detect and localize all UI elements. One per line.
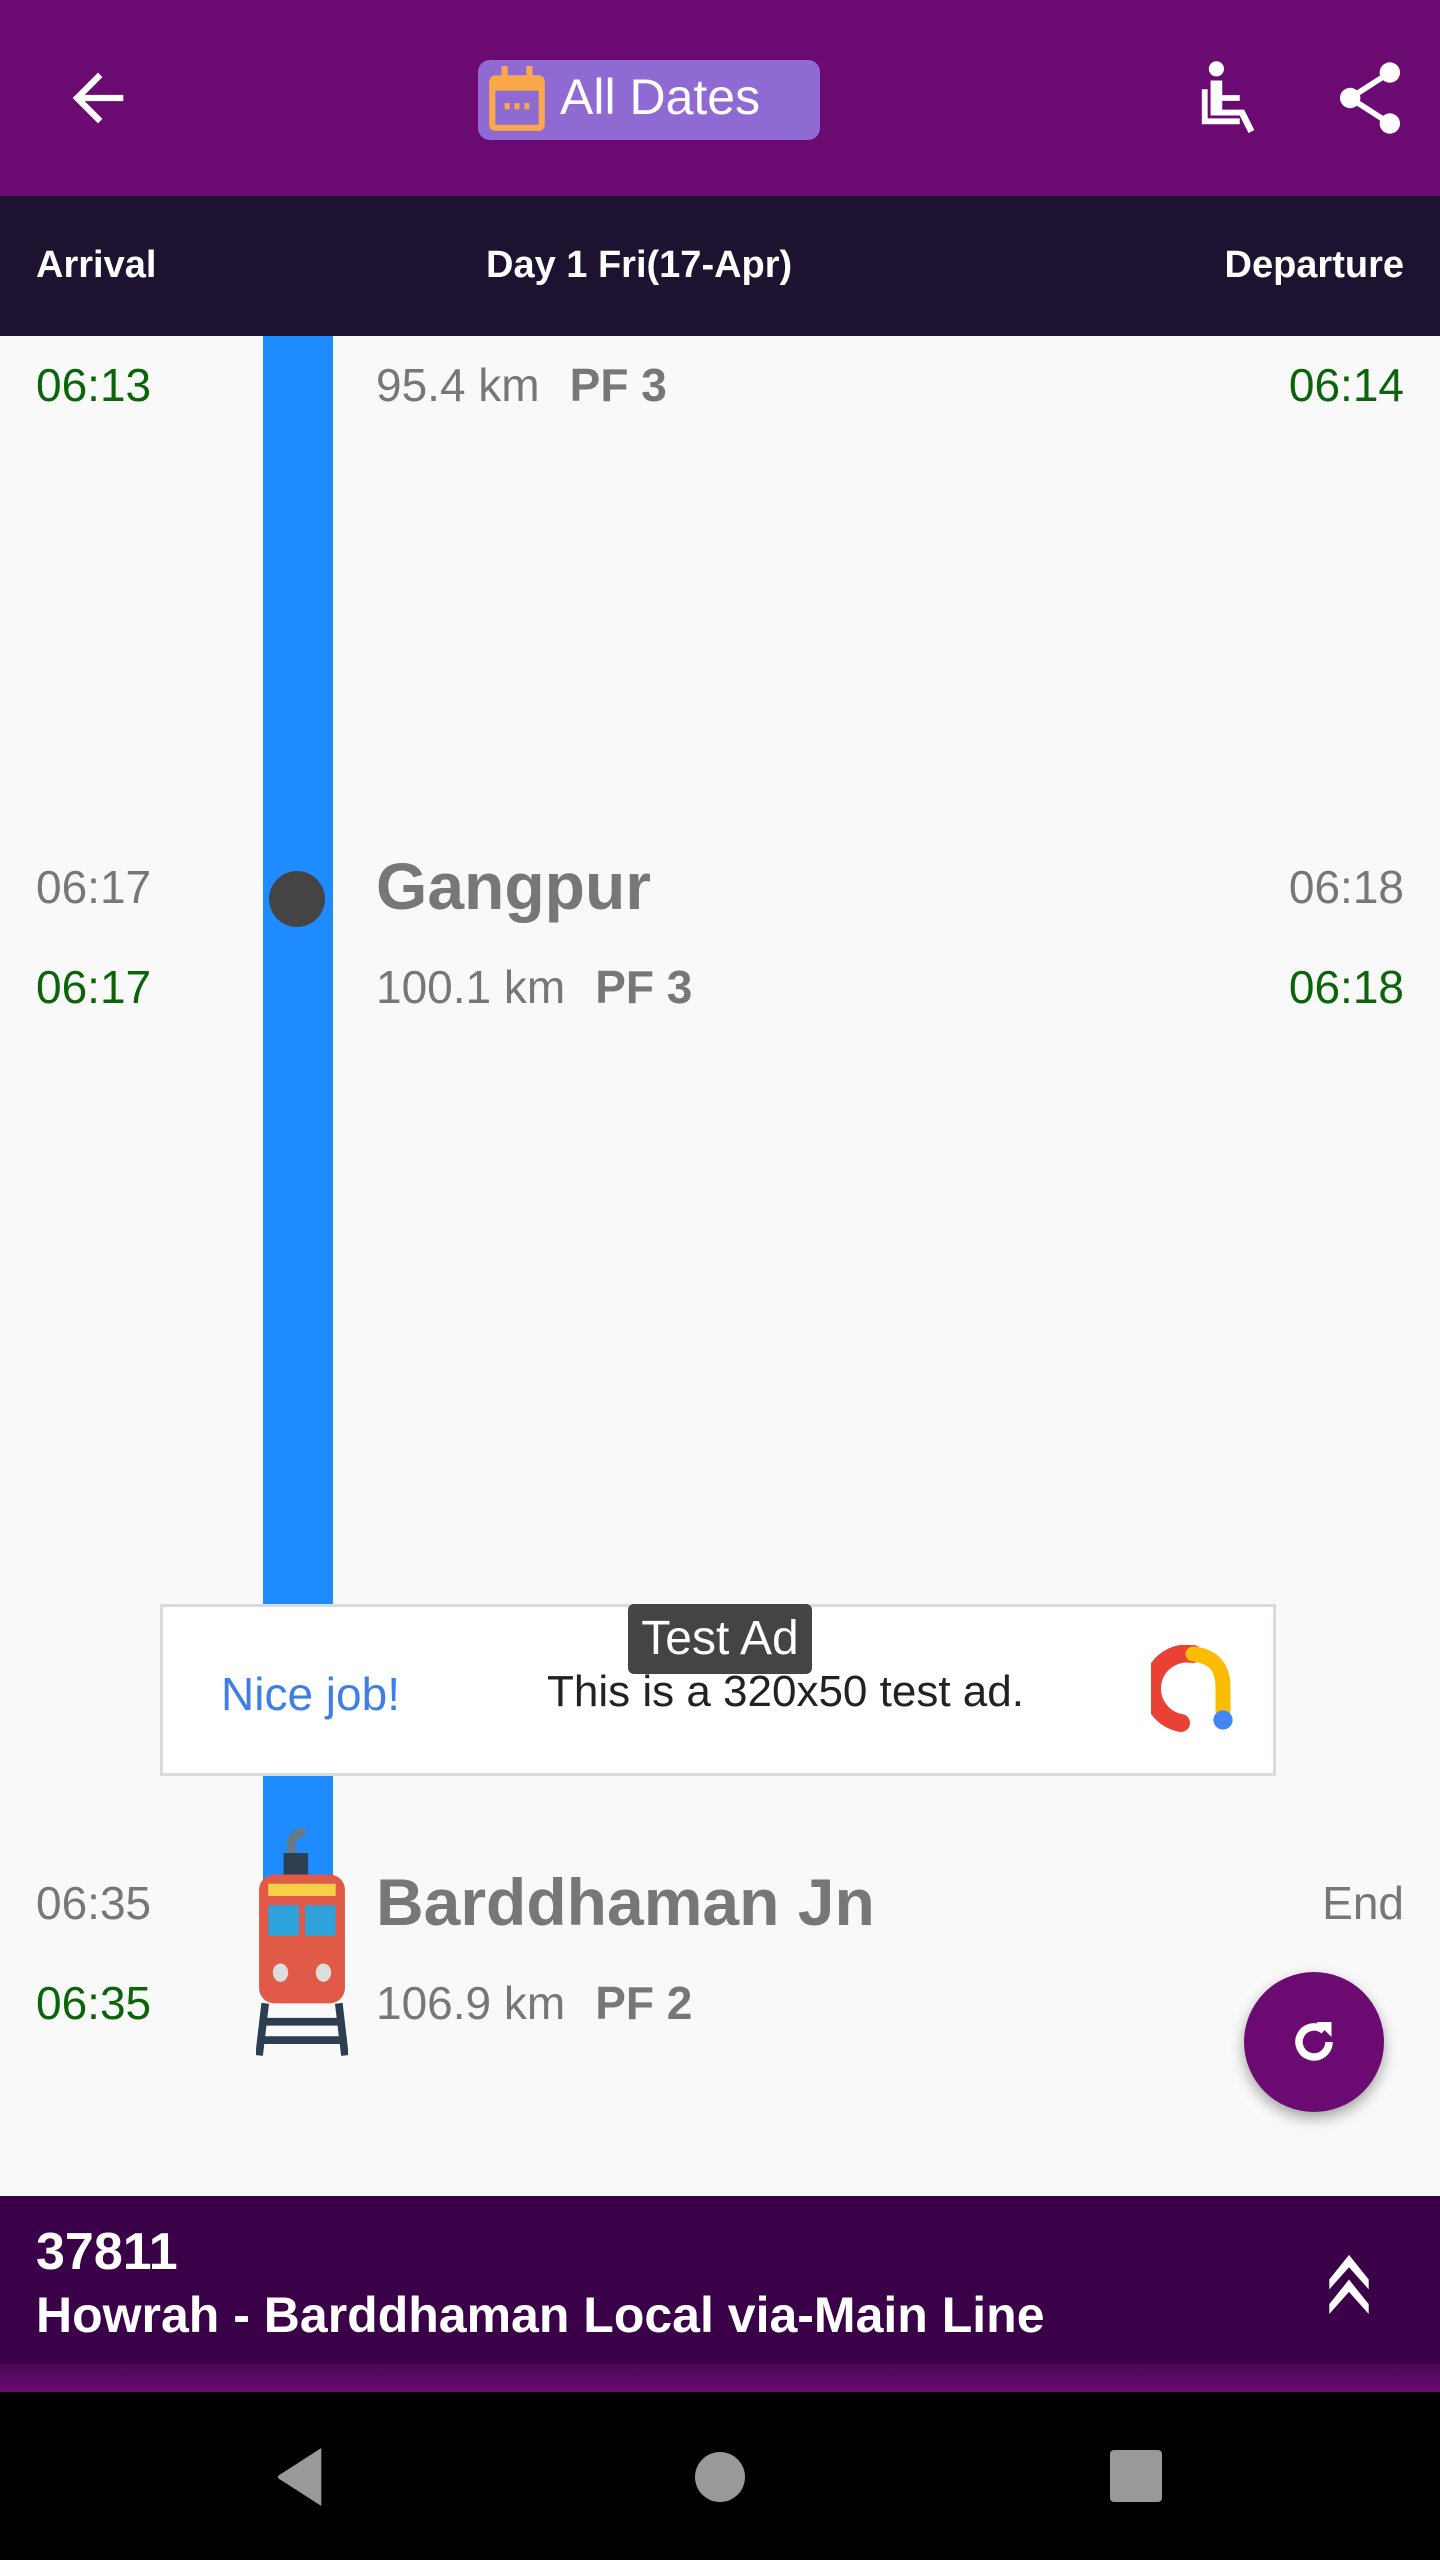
end-label: End bbox=[1322, 1877, 1404, 1929]
scheduled-arrival: 06:17 bbox=[36, 861, 152, 913]
station-distance: 106.9 km PF 2 bbox=[376, 1976, 692, 2030]
actual-departure: 06:14 bbox=[1288, 359, 1404, 411]
route-line bbox=[263, 336, 333, 1604]
train-info-bar[interactable]: 37811 Howrah - Barddhaman Local via-Main… bbox=[0, 2196, 1440, 2364]
station-name: Barddhaman Jn bbox=[376, 1865, 875, 1939]
refresh-icon bbox=[1295, 2022, 1333, 2061]
actual-departure: 06:18 bbox=[1288, 961, 1404, 1013]
ad-badge: Test Ad bbox=[628, 1604, 812, 1674]
platform: PF 3 bbox=[595, 961, 693, 1013]
actual-arrival: 06:35 bbox=[36, 1977, 152, 2029]
wheelchair-icon bbox=[1201, 61, 1255, 133]
system-nav-bar bbox=[0, 2392, 1440, 2560]
scheduled-arrival: 06:35 bbox=[36, 1877, 152, 1929]
actual-arrival: 06:13 bbox=[36, 359, 152, 411]
arrival-column-label: Arrival bbox=[36, 244, 157, 286]
platform: PF 3 bbox=[569, 359, 667, 411]
nav-back-icon[interactable] bbox=[274, 2448, 328, 2506]
distance: 106.9 km bbox=[376, 1977, 566, 2029]
refresh-button[interactable] bbox=[1244, 1972, 1384, 2112]
ad-logo-icon bbox=[1151, 1645, 1233, 1732]
nav-home-icon[interactable] bbox=[695, 2452, 745, 2502]
train-icon bbox=[256, 1828, 348, 2056]
train-name: Howrah - Barddhaman Local via-Main Line bbox=[36, 2287, 1045, 2343]
departure-column-label: Departure bbox=[1224, 244, 1405, 286]
arrow-left-icon bbox=[72, 72, 124, 124]
ad-body: This is a 320x50 test ad. bbox=[547, 1667, 1024, 1716]
date-filter-label: All Dates bbox=[560, 69, 761, 125]
double-chevron-up-icon[interactable] bbox=[1324, 2250, 1374, 2314]
date-filter-button[interactable]: All Dates bbox=[478, 60, 820, 140]
station-distance: 95.4 km PF 3 bbox=[376, 358, 667, 412]
nav-recents-icon[interactable] bbox=[1110, 2450, 1162, 2502]
day-label: Day 1 Fri(17-Apr) bbox=[486, 244, 793, 286]
share-icon bbox=[1339, 62, 1401, 134]
scheduled-departure: 06:18 bbox=[1288, 861, 1404, 913]
actual-arrival: 06:17 bbox=[36, 961, 152, 1013]
train-number: 37811 bbox=[36, 2223, 178, 2281]
bottom-strip bbox=[0, 2364, 1440, 2392]
day-header: Arrival Day 1 Fri(17-Apr) Departure bbox=[0, 196, 1440, 336]
station-distance: 100.1 km PF 3 bbox=[376, 960, 692, 1014]
platform: PF 2 bbox=[595, 1977, 693, 2029]
accessibility-button[interactable] bbox=[1196, 60, 1266, 136]
back-button[interactable] bbox=[60, 60, 136, 136]
share-button[interactable] bbox=[1336, 60, 1404, 136]
distance: 95.4 km bbox=[376, 359, 540, 411]
station-dot-icon bbox=[269, 871, 325, 927]
distance: 100.1 km bbox=[376, 961, 566, 1013]
app-bar: All Dates bbox=[0, 0, 1440, 196]
calendar-icon bbox=[489, 66, 545, 131]
station-name: Gangpur bbox=[376, 849, 651, 923]
ad-headline: Nice job! bbox=[221, 1668, 400, 1720]
